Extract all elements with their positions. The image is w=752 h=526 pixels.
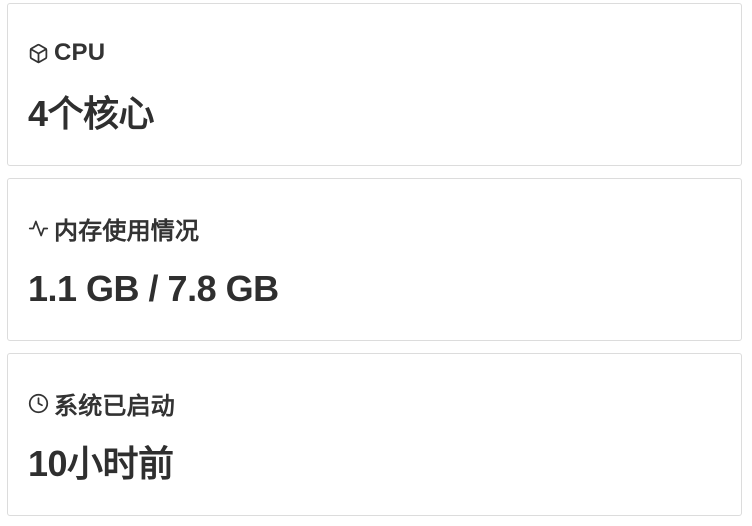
- cpu-label: CPU: [54, 39, 106, 66]
- activity-icon: [28, 218, 49, 239]
- uptime-label-row: 系统已启动: [28, 388, 175, 420]
- uptime-value: 10小时前: [28, 443, 174, 484]
- uptime-label: 系统已启动: [54, 392, 175, 420]
- memory-value: 1.1 GB / 7.8 GB: [28, 268, 279, 309]
- cpu-label-row: CPU: [28, 38, 105, 68]
- cpu-value: 4个核心: [28, 93, 155, 134]
- system-stats-panel: CPU 4个核心 内存使用情况 1.1 GB / 7.8 GB 系统已启动 10: [0, 0, 752, 526]
- memory-card: 内存使用情况 1.1 GB / 7.8 GB: [7, 178, 742, 341]
- memory-label: 内存使用情况: [54, 217, 200, 245]
- cpu-card: CPU 4个核心: [7, 3, 742, 166]
- clock-icon: [28, 393, 49, 414]
- uptime-card: 系统已启动 10小时前: [7, 353, 742, 516]
- memory-label-row: 内存使用情况: [28, 213, 200, 245]
- cube-icon: [28, 43, 49, 64]
